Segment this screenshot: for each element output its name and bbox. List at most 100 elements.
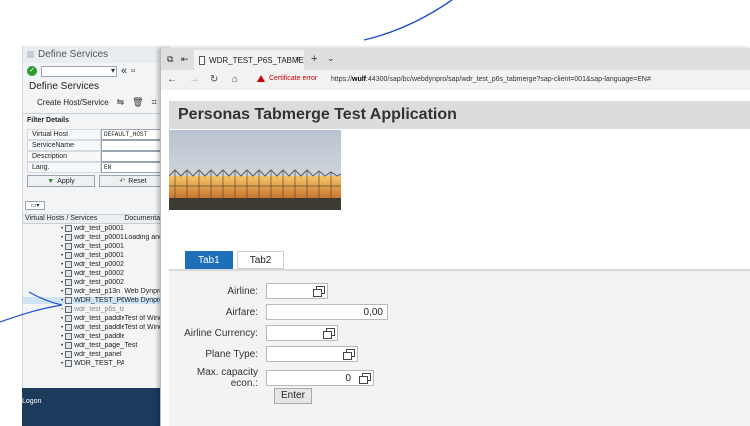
value-help-icon[interactable] — [313, 286, 325, 297]
virtual-host-field[interactable]: DEFAULT_HOST — [101, 129, 167, 140]
tree-row[interactable]: • wdr_test_p0001 — [23, 242, 170, 251]
reset-button[interactable]: ↶ Reset — [99, 175, 167, 187]
airfare-row: Airfare: 0,00 — [169, 304, 388, 320]
tree-row[interactable]: • wdr_test_p0002 — [23, 269, 170, 278]
service-node-icon — [65, 342, 73, 349]
refresh-icon[interactable]: ↻ — [210, 74, 218, 85]
airline-label: Airline: — [227, 285, 258, 297]
service-name: wdr_test_p0002 — [74, 279, 124, 286]
sap-window-title: Define Services — [38, 49, 109, 60]
tree-row-service: • wdr_test_panel — [23, 351, 124, 358]
home-icon[interactable]: ⌂ — [232, 74, 238, 85]
service-name: wdr_test_p0001 — [74, 234, 124, 241]
filter-row: Description — [27, 151, 167, 162]
screen: Define Services ✓ « ▫ Define Services Cr… — [0, 0, 750, 426]
service-node-icon — [65, 270, 73, 277]
tree-row[interactable]: • wdr_test_paddle — [23, 332, 170, 341]
set-aside-tabs-icon[interactable]: ⇤ — [181, 54, 189, 65]
sap-define-services-window: Define Services ✓ « ▫ Define Services Cr… — [22, 46, 170, 426]
airfare-input[interactable]: 0,00 — [266, 304, 388, 320]
forward-icon[interactable]: → — [189, 74, 199, 85]
tree-row[interactable]: • WDR_TEST_PAN — [23, 359, 170, 368]
tree-row[interactable]: • wdr_test_panel — [23, 350, 170, 359]
page-icon — [199, 55, 206, 65]
close-tab-icon[interactable]: × — [295, 54, 300, 64]
create-host-service-button[interactable]: Create Host/Service — [37, 98, 109, 107]
bullet-icon: • — [61, 234, 64, 241]
filter-row: ServiceName — [27, 140, 167, 151]
save-icon[interactable]: ▫ — [131, 65, 135, 77]
tree-row[interactable]: • wdr_test_p0002 — [23, 278, 170, 287]
filter-label: Description — [27, 151, 101, 162]
address-bar[interactable]: https://wulf:44300/sap/bc/webdynpro/sap/… — [331, 76, 651, 83]
tree-row[interactable]: • wdr_test_p6s_ta — [23, 305, 170, 314]
tree-row-service: • wdr_test_p0001 — [23, 234, 124, 241]
airline-currency-input[interactable] — [266, 325, 338, 341]
enter-button[interactable]: Enter — [274, 388, 312, 404]
tree-row[interactable]: • wdr_test_paddle Test of Wind — [23, 314, 170, 323]
tree-row-service: • wdr_test_p6s_ta — [23, 306, 124, 313]
settings-icon[interactable]: ⇋ — [117, 97, 125, 108]
value-help-icon[interactable] — [323, 328, 335, 339]
taskbar-logon-label: Logon — [22, 398, 42, 405]
tree-row-service: • wdr_test_p0001 — [23, 243, 124, 250]
apply-icon: ▼ — [47, 178, 55, 185]
value-help-icon[interactable] — [359, 373, 371, 384]
tree-row[interactable]: • wdr_test_page_c Test — [23, 341, 170, 350]
back-icon[interactable]: ← — [167, 74, 177, 85]
command-field[interactable] — [41, 65, 117, 77]
service-node-icon — [65, 315, 73, 322]
tree-row-service: • wdr_test_page_c — [23, 342, 124, 349]
browser-tab[interactable]: WDR_TEST_P6S_TABME × — [194, 50, 304, 70]
tab-1[interactable]: Tab1 — [185, 251, 233, 269]
max-capacity-input[interactable]: 0 — [266, 370, 374, 386]
service-name: wdr_test_p0002 — [74, 261, 124, 268]
tab-panel: Airline: Airfare: 0,00 Airline Currency: — [169, 269, 750, 426]
service-node-icon — [65, 225, 73, 232]
bullet-icon: • — [61, 351, 64, 358]
reset-icon: ↶ — [119, 178, 126, 185]
bullet-icon: • — [61, 225, 64, 232]
new-tab-icon[interactable]: + — [311, 53, 317, 65]
plane-type-row: Plane Type: — [169, 346, 358, 362]
service-node-icon — [65, 351, 73, 358]
delete-icon[interactable]: 🗑︎ — [132, 97, 143, 108]
tree-row[interactable]: • WDR_TEST_P6S Web Dynpro — [23, 296, 170, 305]
browser-window: ⧉ ⇤ WDR_TEST_P6S_TABME × + ⌄ ← → ↻ ⌂ Cer… — [160, 48, 750, 426]
ink-stroke-top — [363, 0, 453, 41]
tree-row[interactable]: • wdr_test_p13n Web Dynpro — [23, 287, 170, 296]
print-icon[interactable]: ▭▾ — [25, 201, 45, 210]
plane-type-input[interactable] — [266, 346, 358, 362]
airline-input[interactable] — [266, 283, 328, 299]
service-name: wdr_test_paddle — [74, 315, 125, 322]
filter-label: Lang. — [27, 162, 101, 173]
chevron-down-icon[interactable]: ⌄ — [327, 53, 335, 64]
tree-row[interactable]: • wdr_test_p0001 Loading and — [23, 233, 170, 242]
tree-row[interactable]: • wdr_test_p0001 — [23, 251, 170, 260]
language-field[interactable]: EN — [101, 162, 167, 173]
tree-row[interactable]: • wdr_test_p0001 — [23, 224, 170, 233]
back-arrows-icon[interactable]: « — [121, 65, 127, 77]
service-node-icon — [65, 243, 73, 250]
airline-currency-label: Airline Currency: — [184, 327, 258, 339]
tree-row[interactable]: • wdr_test_p0002 — [23, 260, 170, 269]
service-name-field[interactable] — [101, 140, 167, 151]
certificate-error-badge[interactable]: Certificate error — [257, 75, 317, 82]
service-name: wdr_test_p0001 — [74, 252, 124, 259]
tree-row[interactable]: • wdr_test_paddle Test of Wind — [23, 323, 170, 332]
value-help-icon[interactable] — [343, 349, 355, 360]
bullet-icon: • — [61, 288, 64, 295]
tab-2[interactable]: Tab2 — [236, 251, 285, 269]
bullet-icon: • — [61, 279, 64, 286]
max-capacity-value: 0 — [345, 373, 351, 384]
tree-row-service: • wdr_test_p0001 — [23, 225, 124, 232]
service-node-icon — [65, 324, 73, 331]
apply-button[interactable]: ▼ Apply — [27, 175, 95, 187]
description-field[interactable] — [101, 151, 167, 162]
bullet-icon: • — [61, 297, 64, 304]
browser-tab-title: WDR_TEST_P6S_TABME — [209, 55, 304, 65]
tree-icon[interactable]: ⌗ — [152, 97, 157, 108]
ok-check-icon[interactable]: ✓ — [27, 66, 37, 76]
bullet-icon: • — [61, 252, 64, 259]
tab-preview-icon[interactable]: ⧉ — [167, 54, 173, 65]
